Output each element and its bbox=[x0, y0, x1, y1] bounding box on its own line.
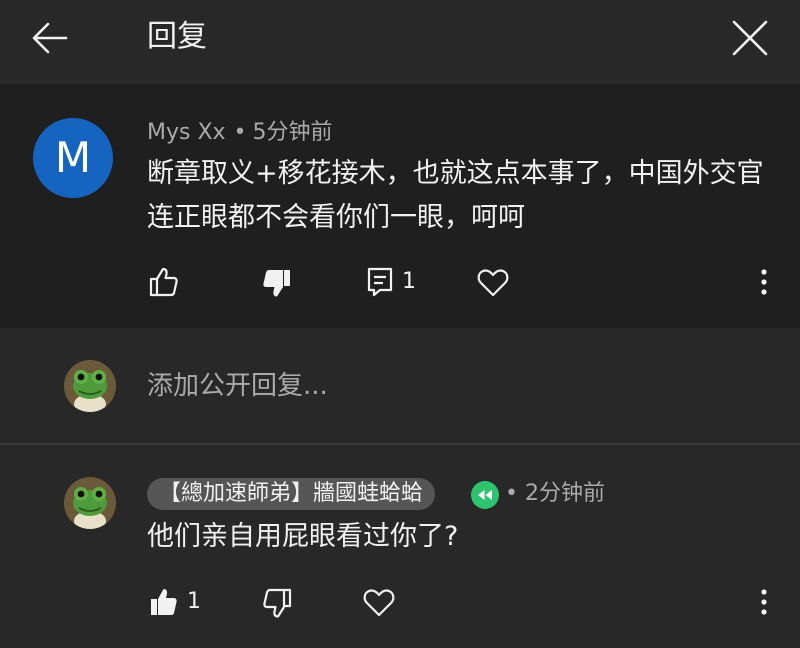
comment-time: 5分钟前 bbox=[252, 120, 333, 145]
page-title: 回复 bbox=[147, 19, 207, 54]
comment-text: 断章取义+移花接木，也就这点本事了，中国外交官连正眼都不会看你们一眼，呵呵 bbox=[147, 158, 764, 233]
like-button[interactable] bbox=[146, 584, 182, 620]
comment-time: 2分钟前 bbox=[524, 481, 605, 506]
reply-count-button[interactable] bbox=[363, 264, 399, 300]
close-button[interactable] bbox=[728, 16, 772, 60]
back-button[interactable] bbox=[28, 16, 72, 60]
reply-input-row: 添加公开回复... bbox=[0, 328, 800, 443]
header-bar: 回复 bbox=[0, 0, 800, 84]
reply-count: 1 bbox=[402, 269, 416, 294]
author-name-chip[interactable]: 【總加速師弟】牆國蛙蛤蛤 bbox=[147, 478, 436, 510]
frog-avatar-icon bbox=[64, 360, 116, 412]
comment-icon bbox=[367, 267, 393, 297]
more-vertical-icon bbox=[761, 589, 767, 615]
parent-comment: M Mys Xx • 5分钟前 断章取义+移花接木，也就这点本事了，中国外交官连正眼… bbox=[0, 84, 800, 328]
meta-separator: • bbox=[505, 481, 518, 506]
more-vertical-icon bbox=[761, 269, 767, 295]
heart-button[interactable] bbox=[475, 264, 511, 300]
heart-button[interactable] bbox=[361, 584, 397, 620]
more-options-button[interactable] bbox=[746, 264, 782, 300]
comment-meta: • 2分钟前 bbox=[505, 480, 605, 508]
close-icon bbox=[732, 20, 768, 56]
frog-avatar-icon bbox=[64, 477, 116, 529]
rewind-badge-icon bbox=[478, 490, 492, 500]
comment-actions: 1 bbox=[0, 584, 800, 624]
avatar bbox=[64, 360, 116, 412]
arrow-left-icon bbox=[32, 22, 68, 54]
like-button[interactable] bbox=[146, 264, 182, 300]
thumbs-down-icon bbox=[263, 588, 292, 618]
heart-icon bbox=[477, 269, 509, 297]
dislike-button[interactable] bbox=[259, 586, 295, 622]
avatar[interactable] bbox=[64, 477, 116, 529]
comment-text: 他们亲自用屁眼看过你了? bbox=[147, 521, 459, 552]
thumbs-down-icon bbox=[263, 270, 290, 297]
dislike-button[interactable] bbox=[259, 266, 295, 302]
heart-icon bbox=[363, 589, 395, 617]
meta-separator: • bbox=[233, 120, 247, 145]
reply-comment: 【總加速師弟】牆國蛙蛤蛤 • 2分钟前 他们亲自用屁眼看过你了? 1 bbox=[0, 445, 800, 648]
thumbs-up-icon bbox=[151, 589, 177, 615]
comment-actions: 1 bbox=[0, 262, 800, 302]
thumbs-up-icon bbox=[149, 267, 178, 297]
comment-meta: Mys Xx • 5分钟前 bbox=[147, 119, 333, 147]
reply-input[interactable]: 添加公开回复... bbox=[147, 366, 328, 406]
author-name[interactable]: Mys Xx bbox=[147, 120, 226, 145]
like-count: 1 bbox=[187, 589, 201, 614]
avatar[interactable]: M bbox=[33, 118, 113, 198]
rewind-badge bbox=[471, 481, 499, 509]
more-options-button[interactable] bbox=[746, 584, 782, 620]
